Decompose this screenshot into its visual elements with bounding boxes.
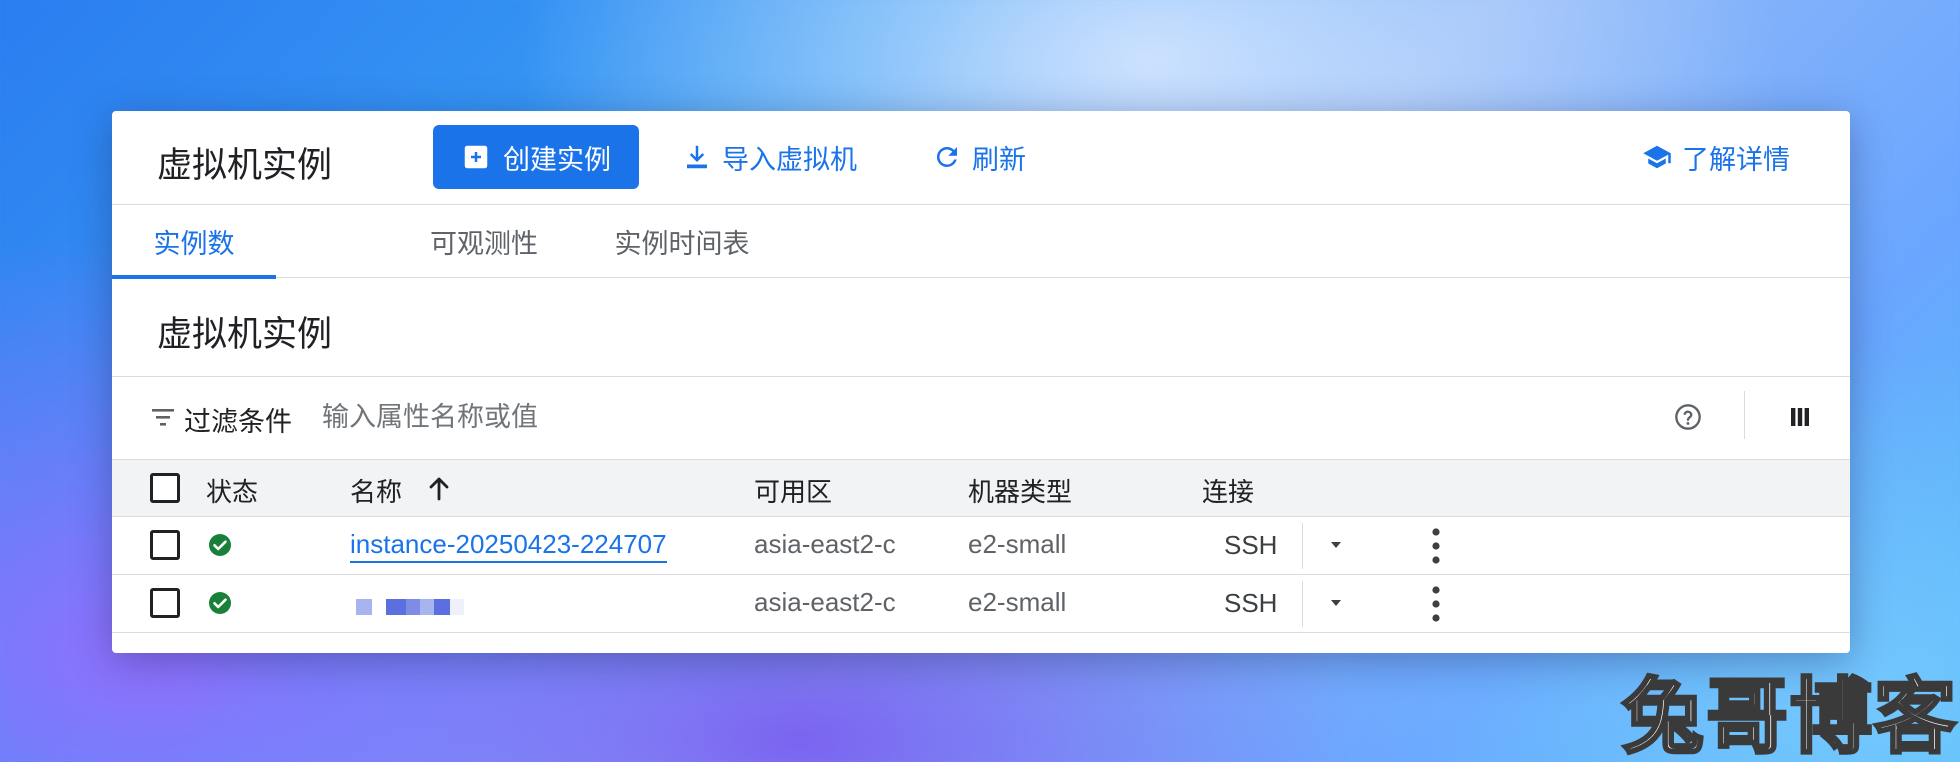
zone-cell: asia-east2-c — [754, 587, 896, 617]
create-instance-button[interactable]: 创建实例 — [433, 125, 639, 189]
watermark: 兔哥博客 — [1620, 669, 1959, 762]
caret-down-icon[interactable] — [1326, 595, 1346, 611]
zone-cell: asia-east2-c — [754, 529, 896, 559]
check-circle-icon — [208, 591, 232, 615]
school-icon — [1642, 142, 1672, 172]
refresh-button[interactable]: 刷新 — [932, 125, 1026, 189]
tab-instance-schedule[interactable]: 实例时间表 — [582, 205, 782, 278]
column-header-status[interactable]: 状态 — [206, 472, 258, 509]
section-title: 虚拟机实例 — [157, 315, 333, 354]
download-icon — [682, 142, 712, 172]
machine-type-cell: e2-small — [968, 587, 1067, 617]
filter-input[interactable] — [322, 393, 1122, 441]
table-header: 状态 名称 可用区 机器类型 连接 — [112, 459, 1850, 517]
tab-observability[interactable]: 可观测性 — [402, 205, 566, 278]
table-row: asia-east2-c e2-small SSH — [112, 575, 1850, 633]
section-header: 虚拟机实例 — [112, 278, 1850, 377]
vm-instances-panel: 虚拟机实例 创建实例 导入虚拟机 刷新 了解详情 实例数 可观测性 实例时间表 … — [112, 111, 1850, 653]
row-checkbox[interactable] — [150, 530, 180, 560]
import-vm-label: 导入虚拟机 — [722, 144, 857, 175]
table-row: instance-20250423-224707 asia-east2-c e2… — [112, 517, 1850, 575]
filter-label: 过滤条件 — [184, 407, 292, 437]
select-all-checkbox[interactable] — [150, 473, 180, 503]
column-header-machine-type[interactable]: 机器类型 — [968, 472, 1072, 509]
filter-bar: 过滤条件 — [112, 377, 1850, 459]
check-circle-icon — [208, 533, 232, 557]
instance-name-link[interactable]: instance-20250423-224707 — [350, 529, 667, 563]
row-checkbox[interactable] — [150, 588, 180, 618]
sort-ascending-icon[interactable] — [428, 476, 450, 502]
tab-instances[interactable]: 实例数 — [112, 205, 276, 279]
machine-type-cell: e2-small — [968, 529, 1067, 559]
column-display-icon[interactable] — [1788, 405, 1812, 429]
learn-more-button[interactable]: 了解详情 — [1642, 125, 1790, 189]
refresh-label: 刷新 — [972, 144, 1026, 175]
import-vm-button[interactable]: 导入虚拟机 — [682, 125, 857, 189]
toolbar: 虚拟机实例 创建实例 导入虚拟机 刷新 了解详情 — [112, 111, 1850, 205]
learn-more-label: 了解详情 — [1682, 144, 1790, 175]
page-title: 虚拟机实例 — [157, 146, 333, 185]
column-header-name[interactable]: 名称 — [350, 472, 402, 509]
column-header-connect: 连接 — [1202, 477, 1255, 507]
filter-icon[interactable] — [150, 406, 176, 428]
ssh-button[interactable]: SSH — [1224, 530, 1277, 561]
ssh-button[interactable]: SSH — [1224, 588, 1277, 619]
refresh-icon — [932, 142, 962, 172]
column-header-zone[interactable]: 可用区 — [754, 472, 832, 509]
redacted-instance-name[interactable] — [356, 599, 476, 615]
ssh-divider — [1302, 581, 1303, 627]
create-instance-label: 创建实例 — [503, 144, 611, 175]
filter-divider — [1744, 391, 1745, 439]
tab-bar: 实例数 可观测性 实例时间表 — [112, 205, 1850, 279]
add-box-icon — [461, 142, 491, 172]
more-vert-icon[interactable] — [1430, 527, 1442, 565]
ssh-divider — [1302, 523, 1303, 569]
more-vert-icon[interactable] — [1430, 585, 1442, 623]
help-icon[interactable] — [1674, 403, 1702, 431]
caret-down-icon[interactable] — [1326, 537, 1346, 553]
